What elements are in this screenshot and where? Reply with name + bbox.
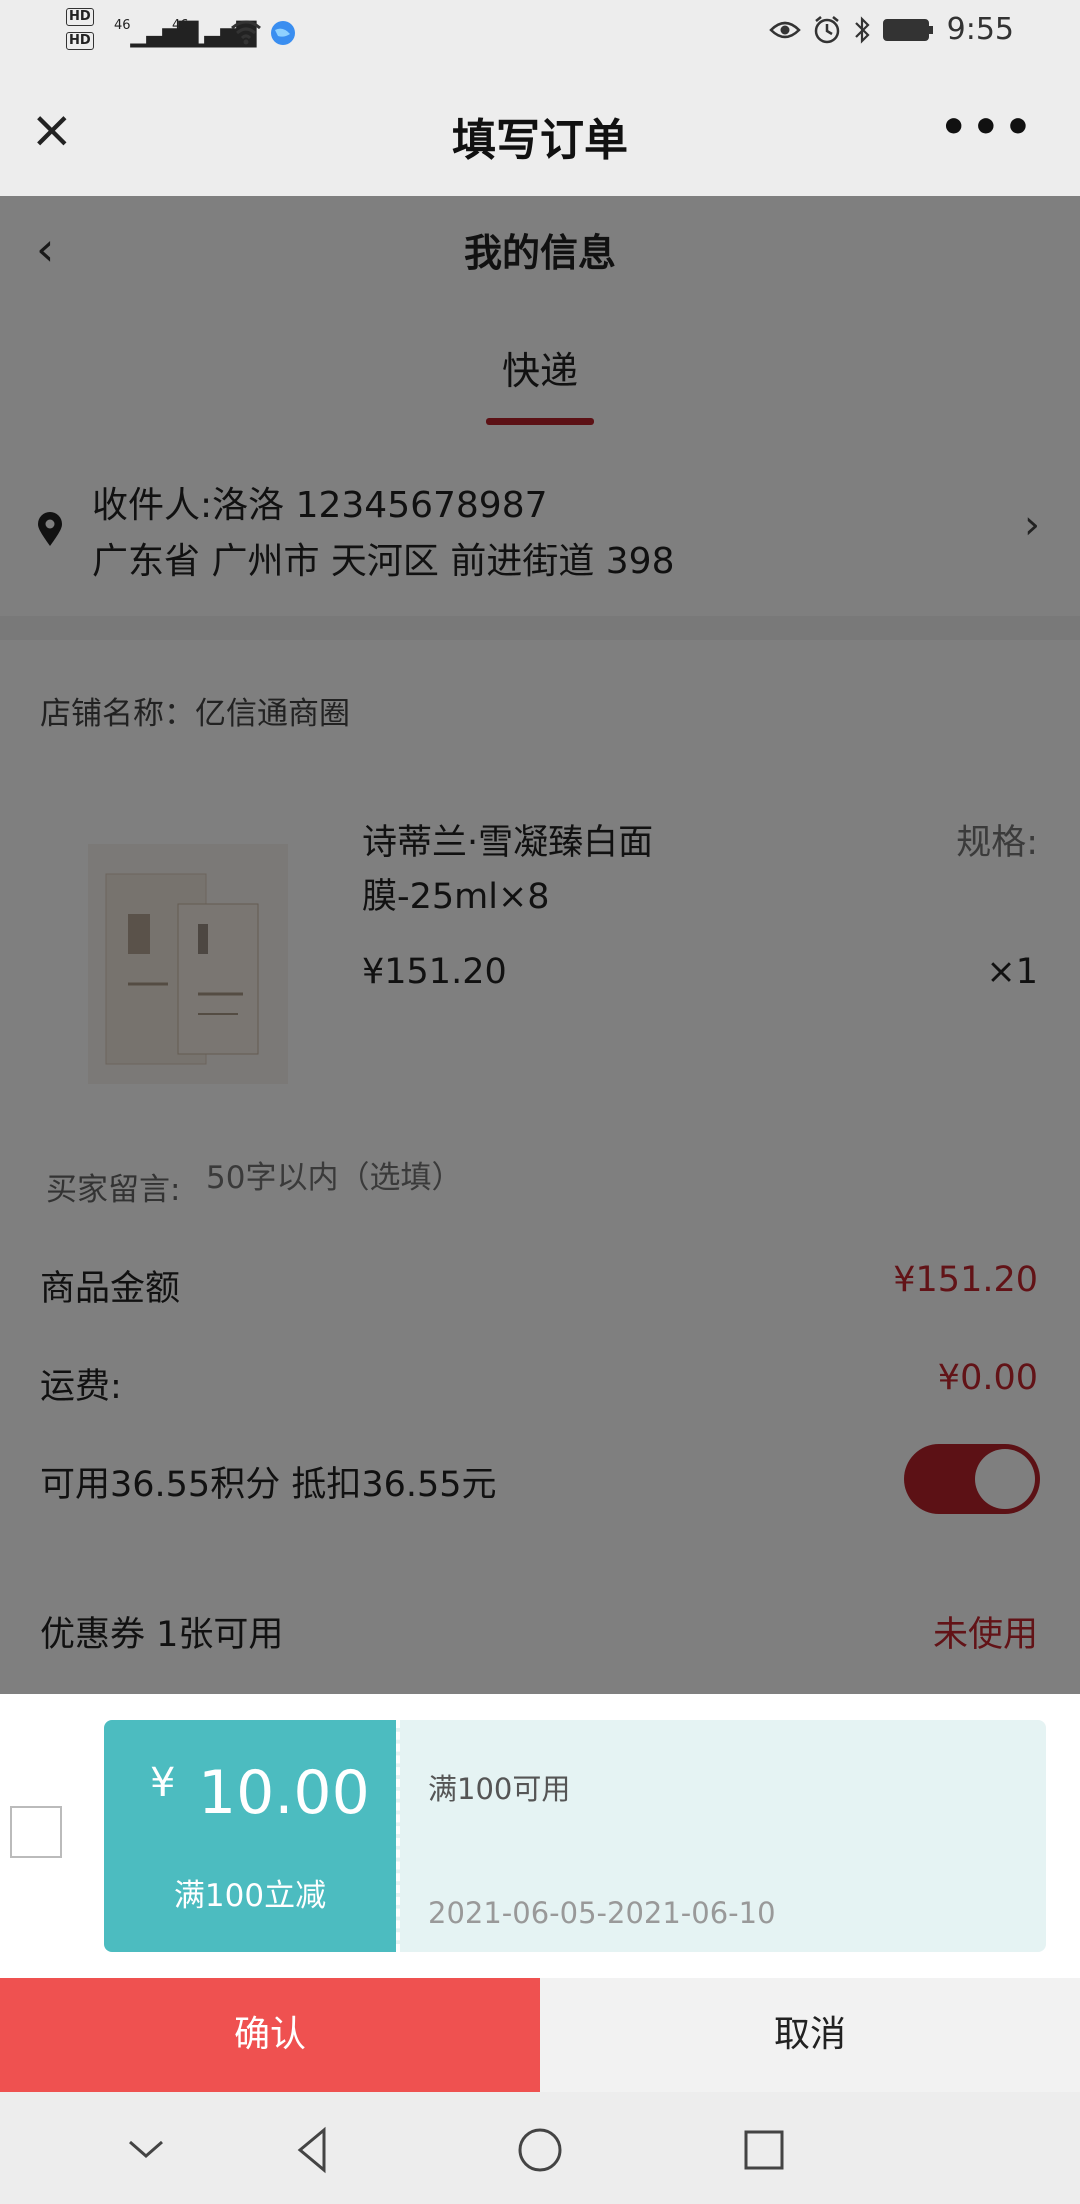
clock-time: 9:55 [946, 12, 1014, 47]
hd-badge-1: HD [66, 8, 94, 26]
coupon-sheet: ¥ 10.00 满100立减 满100可用 2021-06-05-2021-06… [0, 1694, 1080, 1978]
bluetooth-icon [854, 15, 870, 44]
modal-overlay[interactable] [0, 196, 1080, 1694]
status-bar: HD HD 46▁▃▅▇ 46▁▃▅▇ 9:55 [0, 0, 1080, 64]
more-options-icon[interactable]: ••• [940, 102, 1036, 153]
system-nav-bar [0, 2092, 1080, 2204]
coupon-condition: 满100可用 [428, 1772, 571, 1806]
coupon-detail-panel: 满100可用 2021-06-05-2021-06-10 [396, 1720, 1046, 1952]
coupon-checkbox[interactable] [10, 1806, 62, 1858]
collapse-chevron-icon[interactable] [116, 2122, 176, 2178]
coupon-card[interactable]: ¥ 10.00 满100立减 满100可用 2021-06-05-2021-06… [104, 1720, 1046, 1952]
coupon-value-panel: ¥ 10.00 满100立减 [104, 1720, 396, 1952]
eye-icon [768, 21, 801, 38]
coupon-amount: 10.00 [198, 1758, 370, 1828]
coupon-validity: 2021-06-05-2021-06-10 [428, 1896, 776, 1930]
cancel-button[interactable]: 取消 [540, 1978, 1080, 2092]
recents-square-icon[interactable] [734, 2122, 794, 2178]
wifi-icon [231, 20, 261, 45]
confirm-button[interactable]: 确认 [0, 1978, 540, 2092]
browser-icon [271, 21, 295, 45]
home-circle-icon[interactable] [510, 2122, 570, 2178]
coupon-currency: ¥ [150, 1760, 176, 1806]
page-title: 填写订单 [452, 115, 628, 166]
app-header: × 填写订单 ••• [0, 64, 1080, 196]
back-triangle-icon[interactable] [284, 2122, 344, 2178]
coupon-description: 满100立减 [173, 1878, 327, 1914]
status-right: 9:55 [768, 12, 1014, 47]
battery-icon [882, 18, 933, 41]
hd-badge-2: HD [66, 32, 94, 50]
alarm-icon [814, 15, 839, 43]
